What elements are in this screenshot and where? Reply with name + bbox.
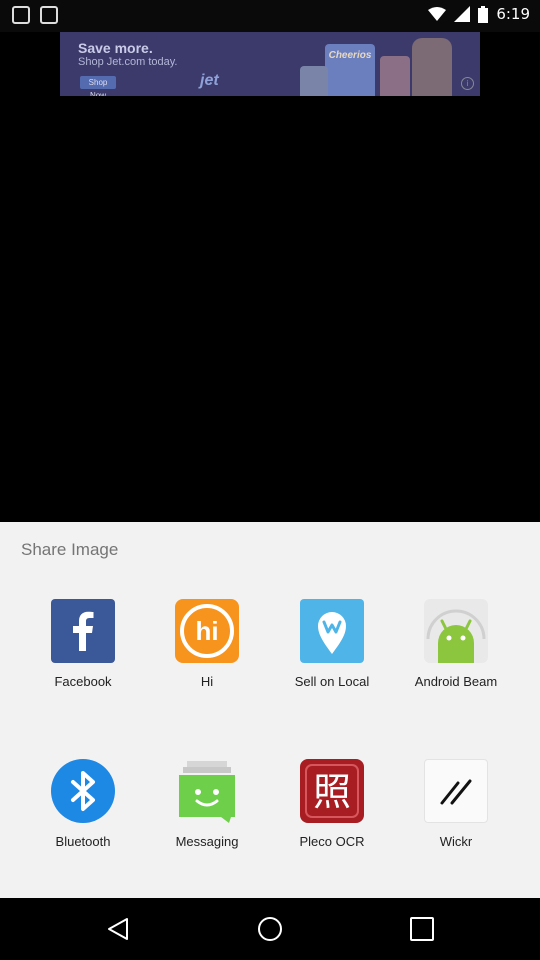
bluetooth-icon bbox=[51, 759, 115, 823]
notification-icon bbox=[40, 6, 58, 24]
status-icons: 6:19 bbox=[428, 5, 530, 23]
share-app-pleco-ocr[interactable]: 照 Pleco OCR bbox=[270, 759, 394, 849]
android-beam-icon bbox=[424, 599, 488, 663]
notification-icon bbox=[12, 6, 30, 24]
battery-icon bbox=[478, 5, 489, 23]
signal-icon bbox=[454, 6, 471, 22]
app-label: Android Beam bbox=[414, 674, 498, 689]
pleco-ocr-icon: 照 bbox=[300, 759, 364, 823]
share-app-android-beam[interactable]: Android Beam bbox=[394, 599, 518, 689]
share-app-facebook[interactable]: Facebook bbox=[21, 599, 145, 689]
ad-brand-logo: jet bbox=[200, 72, 219, 89]
app-label: Sell on Local bbox=[294, 674, 370, 689]
ad-product-name: Cheerios bbox=[328, 50, 372, 61]
ad-product-image bbox=[380, 56, 410, 96]
ad-product-image bbox=[300, 66, 328, 96]
svg-text:照: 照 bbox=[313, 770, 351, 814]
clock: 6:19 bbox=[496, 5, 530, 23]
share-app-wickr[interactable]: Wickr bbox=[394, 759, 518, 849]
share-app-hi[interactable]: hi Hi bbox=[145, 599, 269, 689]
share-sheet-title: Share Image bbox=[21, 540, 119, 559]
app-label: Wickr bbox=[439, 834, 473, 849]
ad-info-icon[interactable]: i bbox=[461, 77, 474, 90]
navigation-bar bbox=[0, 898, 540, 960]
share-app-bluetooth[interactable]: Bluetooth bbox=[21, 759, 145, 849]
svg-text:hi: hi bbox=[195, 616, 218, 646]
app-label: Pleco OCR bbox=[299, 834, 365, 849]
ad-subline: Shop Jet.com today. bbox=[78, 56, 178, 68]
wickr-icon bbox=[424, 759, 488, 823]
share-app-messaging[interactable]: Messaging bbox=[145, 759, 269, 849]
recents-icon[interactable] bbox=[409, 916, 435, 942]
wifi-icon bbox=[428, 7, 447, 21]
share-sheet: Share Image Facebook hi Hi Sell on Local… bbox=[0, 522, 540, 898]
status-bar: 6:19 bbox=[0, 0, 540, 32]
facebook-icon bbox=[51, 599, 115, 663]
ad-product-image bbox=[412, 38, 452, 96]
ad-banner[interactable]: Save more. Shop Jet.com today. Shop Now … bbox=[60, 32, 480, 96]
home-icon[interactable] bbox=[257, 916, 283, 942]
sell-on-local-icon bbox=[300, 599, 364, 663]
app-label: Facebook bbox=[54, 674, 112, 689]
share-app-sell-on-local[interactable]: Sell on Local bbox=[270, 599, 394, 689]
app-label: Bluetooth bbox=[55, 834, 111, 849]
messaging-icon bbox=[175, 759, 239, 823]
hi-icon: hi bbox=[175, 599, 239, 663]
notification-icons bbox=[12, 6, 58, 24]
ad-shop-button[interactable]: Shop Now bbox=[80, 76, 116, 96]
app-label: Messaging bbox=[175, 834, 239, 849]
back-icon[interactable] bbox=[105, 916, 131, 942]
ad-product-image: Cheerios bbox=[325, 44, 375, 96]
ad-headline: Save more. bbox=[78, 40, 153, 56]
app-label: Hi bbox=[200, 674, 214, 689]
